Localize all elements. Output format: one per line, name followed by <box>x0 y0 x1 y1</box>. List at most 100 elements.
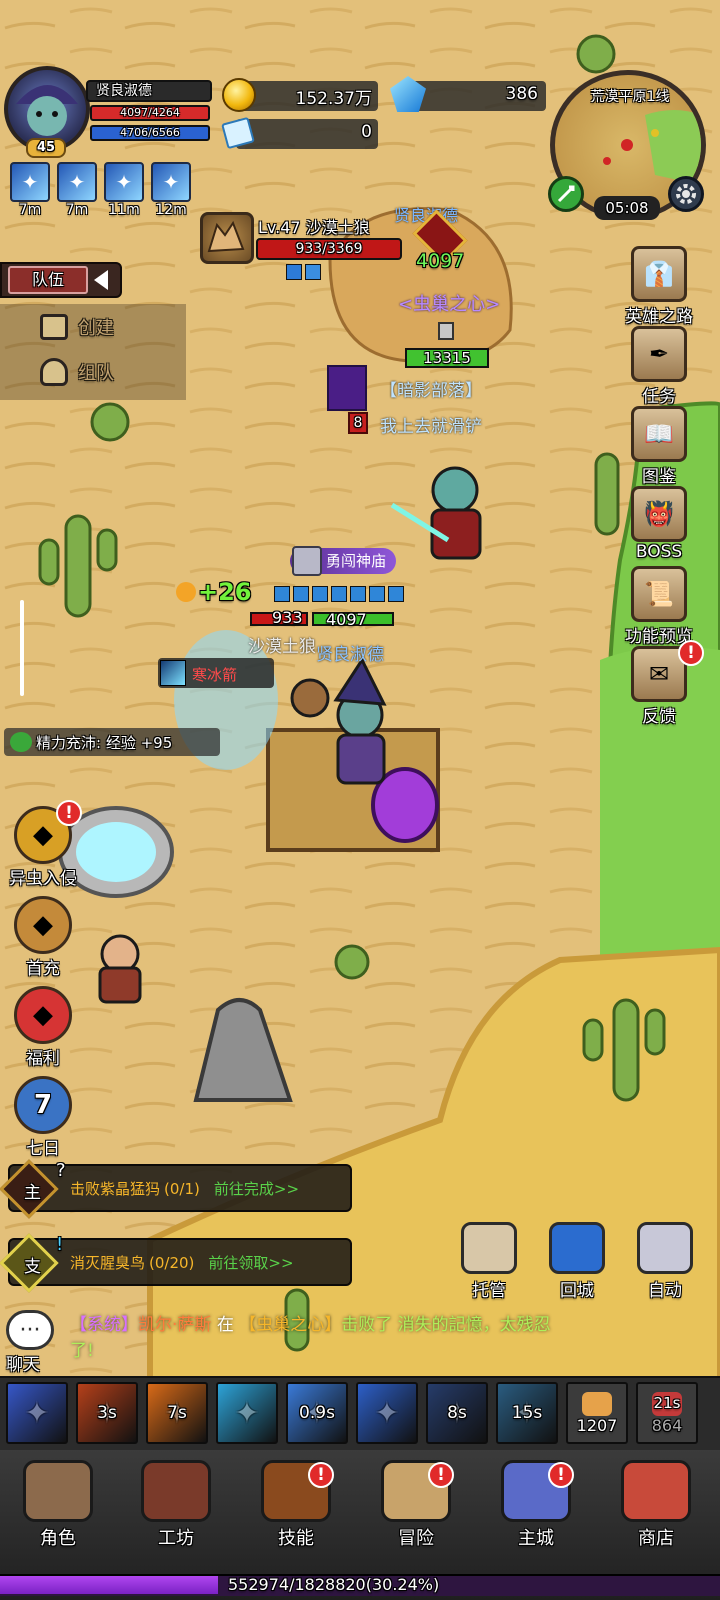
chat-msg-1: 击败了 消失的記憶，太残忍 <box>341 1315 551 1335</box>
menu-label: 福利 <box>26 1049 60 1069</box>
other-player-power: 4097 <box>416 250 465 272</box>
quest-action-link[interactable]: 前往领取>> <box>208 1254 293 1272</box>
nav-hero-portrait[interactable]: 角色 <box>0 1460 116 1550</box>
wing-burst-icon: ✦ <box>374 1395 400 1431</box>
target-debuffs <box>286 264 321 280</box>
alert-badge-icon: ! <box>308 1462 334 1488</box>
menu-boss[interactable]: 👹 BOSS <box>614 486 704 564</box>
seven-day-number: 7 <box>33 1090 53 1120</box>
map-name: 荒漠平原1线 <box>590 89 670 105</box>
gem-amount: 386 <box>505 84 538 104</box>
chat-label[interactable]: 聊天 <box>6 1350 40 1375</box>
menu-tie[interactable]: 👔 英雄之路 <box>614 246 704 327</box>
temple-icon <box>292 546 322 576</box>
menu-bug-medal[interactable]: ◆ 异虫入侵! <box>0 800 86 889</box>
menu-money-bag[interactable]: ◆ 首充 <box>0 896 86 979</box>
helmet-icon <box>40 358 68 386</box>
buff-slot[interactable]: ✦ 7m <box>57 162 97 218</box>
skill-slot-7[interactable]: ✦ 8s <box>426 1382 488 1444</box>
menu-label: 首充 <box>26 959 60 979</box>
nav-shop[interactable]: 商店 <box>596 1460 716 1550</box>
skill-slot-6[interactable]: ✦ <box>356 1382 418 1444</box>
crystal-icon: ✦ <box>151 162 191 202</box>
quest-action-link[interactable]: 前往完成>> <box>214 1180 299 1198</box>
action-portal[interactable]: 回城 <box>544 1222 610 1301</box>
frost-debuff-icon <box>286 264 302 280</box>
shop-icon <box>621 1460 691 1522</box>
skill-cooldown: 8s <box>447 1403 467 1423</box>
create-team-button[interactable]: 创建 <box>40 314 114 340</box>
buff-mini-6-icon <box>369 586 385 602</box>
action-chat-dots[interactable]: 托管 <box>456 1222 522 1301</box>
menu-book[interactable]: 📖 图鉴 <box>614 406 704 487</box>
chat-msg-2: 了! <box>70 1341 94 1361</box>
scroll-indicator <box>20 600 24 696</box>
quest-text: 消灭腥臭鸟 (0/20) 前往领取>> <box>70 1252 294 1273</box>
skill-slot-8[interactable]: ✦ 15s <box>496 1382 558 1444</box>
anvil-icon <box>141 1460 211 1522</box>
nav-anvil[interactable]: 工坊 <box>116 1460 236 1550</box>
buff-mini-4-icon <box>331 586 347 602</box>
tent-icon <box>40 314 68 340</box>
self-hp-text: 4097 <box>326 610 367 629</box>
chat-bubble-icon[interactable]: ··· <box>6 1310 54 1350</box>
quest-progress: (0/20) <box>149 1254 195 1272</box>
target-portrait[interactable] <box>200 212 254 264</box>
quest-title: 击败紫晶猛犸 <box>70 1180 161 1198</box>
buff-mini-5-icon <box>350 586 366 602</box>
player-level-badge: 45 <box>26 138 66 158</box>
item-slot-2[interactable]: 21s 864 <box>636 1382 698 1444</box>
money-bag-icon: ◆ <box>14 896 72 954</box>
alert-badge-icon: ! <box>56 800 82 826</box>
skill-cast-name: 寒冰箭 <box>192 666 238 684</box>
settings-gear-icon[interactable] <box>668 176 704 212</box>
menu-label: 七日 <box>26 1139 60 1159</box>
exp-icon <box>10 732 32 752</box>
pvp-sword-icon[interactable] <box>548 176 584 212</box>
nav-label: 主城 <box>518 1528 554 1549</box>
buff-slot[interactable]: ✦ 7m <box>10 162 50 218</box>
crossed-swords-icon <box>637 1222 693 1274</box>
skill-slot-5[interactable]: ✦ 0.9s <box>286 1382 348 1444</box>
nav-castle[interactable]: 主城! <box>476 1460 596 1550</box>
quest-entry[interactable]: 主? 击败紫晶猛犸 (0/1) 前往完成>> <box>0 1159 352 1219</box>
buff-slot[interactable]: ✦ 12m <box>151 162 191 218</box>
menu-gift-box[interactable]: ◆ 福利 <box>0 986 86 1069</box>
menu-feather-scroll[interactable]: ✒ 任务 <box>614 326 704 407</box>
player-hp-bar: 4097/4264 <box>90 105 210 121</box>
alert-badge-icon: ! <box>678 640 704 666</box>
nav-spellbook[interactable]: 技能! <box>236 1460 356 1550</box>
chat-guild: 【虫巢之心】 <box>239 1315 342 1335</box>
action-label: 回城 <box>560 1281 594 1301</box>
buff-timer: 7m <box>18 202 42 218</box>
quest-type: 主 <box>24 1183 41 1203</box>
quest-entry[interactable]: 支! 消灭腥臭鸟 (0/20) 前往领取>> <box>0 1233 352 1293</box>
collapse-arrow-icon[interactable] <box>94 270 108 290</box>
skill-slot-1[interactable]: ✦ <box>6 1382 68 1444</box>
skill-slot-4[interactable]: ✦ <box>216 1382 278 1444</box>
guild-rank-icon <box>438 322 454 340</box>
item-slot-1[interactable]: 1207 <box>566 1382 628 1444</box>
alert-badge-icon: ! <box>428 1462 454 1488</box>
tie-icon: 👔 <box>631 246 687 302</box>
buff-slot[interactable]: ✦ 11m <box>104 162 144 218</box>
skill-slot-3[interactable]: ✦ 7s <box>146 1382 208 1444</box>
xp-text: 552974/1828820(30.24%) <box>228 1575 440 1594</box>
skill-slot-2[interactable]: ✦ 3s <box>76 1382 138 1444</box>
enemy-name-label: 沙漠土狼 <box>248 637 316 657</box>
menu-seven-day-shield[interactable]: 7 七日 <box>0 1076 86 1159</box>
gold-coin-icon <box>222 78 256 112</box>
join-team-button[interactable]: 组队 <box>40 358 114 386</box>
item-cooldown: 21s <box>653 1394 681 1412</box>
menu-label: 英雄之路 <box>625 307 693 327</box>
nav-map-scroll[interactable]: 冒险! <box>356 1460 476 1550</box>
action-label: 托管 <box>472 1281 506 1301</box>
slow-debuff-icon <box>305 264 321 280</box>
action-crossed-swords[interactable]: 自动 <box>632 1222 698 1301</box>
menu-preview-scroll[interactable]: 📜 功能预览 <box>614 566 704 647</box>
quest-text: 击败紫晶猛犸 (0/1) 前往完成>> <box>70 1178 299 1199</box>
join-team-label: 组队 <box>78 363 114 384</box>
menu-letter[interactable]: ✉ 反馈! <box>614 640 704 727</box>
seven-day-shield-icon: 7 <box>14 1076 72 1134</box>
eye-icon: ✦ <box>57 162 97 202</box>
